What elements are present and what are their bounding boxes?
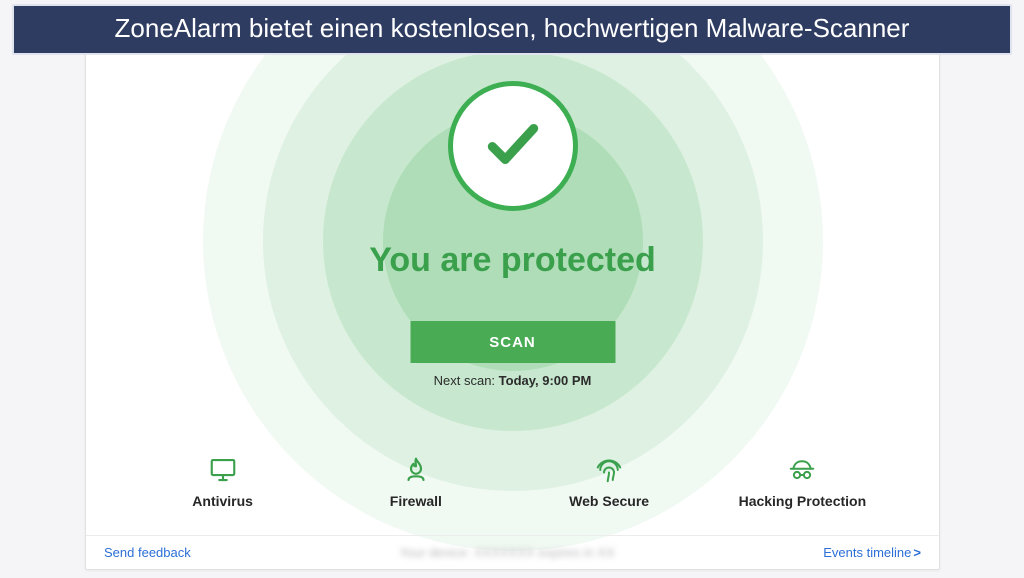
next-scan-value: Today, 9:00 PM [499, 373, 592, 388]
promo-banner-text: ZoneAlarm bietet einen kostenlosen, hoch… [115, 13, 910, 43]
events-timeline-label: Events timeline [823, 545, 911, 560]
feature-label: Web Secure [569, 493, 649, 509]
check-icon [482, 113, 544, 180]
next-scan-info: Next scan: Today, 9:00 PM [86, 373, 939, 388]
footer-center-blurred: Your device: XXXXXXX expires in XX [399, 545, 615, 560]
promo-banner: ZoneAlarm bietet einen kostenlosen, hoch… [12, 4, 1012, 55]
incognito-icon [787, 455, 817, 485]
feature-antivirus[interactable]: Antivirus [143, 455, 303, 509]
events-timeline-link[interactable]: Events timeline> [823, 545, 921, 560]
chevron-right-icon: > [913, 545, 921, 560]
feature-row: Antivirus Firewall Web Secure [86, 455, 939, 509]
app-window: You are protected SCAN Next scan: Today,… [85, 40, 940, 570]
fingerprint-icon [594, 455, 624, 485]
monitor-icon [208, 455, 238, 485]
send-feedback-link[interactable]: Send feedback [104, 545, 191, 560]
scan-button[interactable]: SCAN [410, 321, 615, 363]
feature-label: Antivirus [192, 493, 253, 509]
feature-firewall[interactable]: Firewall [336, 455, 496, 509]
feature-web-secure[interactable]: Web Secure [529, 455, 689, 509]
next-scan-label: Next scan: [434, 373, 499, 388]
feature-label: Firewall [390, 493, 442, 509]
status-check-circle [448, 81, 578, 211]
status-headline: You are protected [86, 241, 939, 280]
footer-bar: Send feedback Your device: XXXXXXX expir… [86, 535, 939, 569]
feature-hacking-protection[interactable]: Hacking Protection [722, 455, 882, 509]
flame-icon [401, 455, 431, 485]
feature-label: Hacking Protection [739, 493, 867, 509]
